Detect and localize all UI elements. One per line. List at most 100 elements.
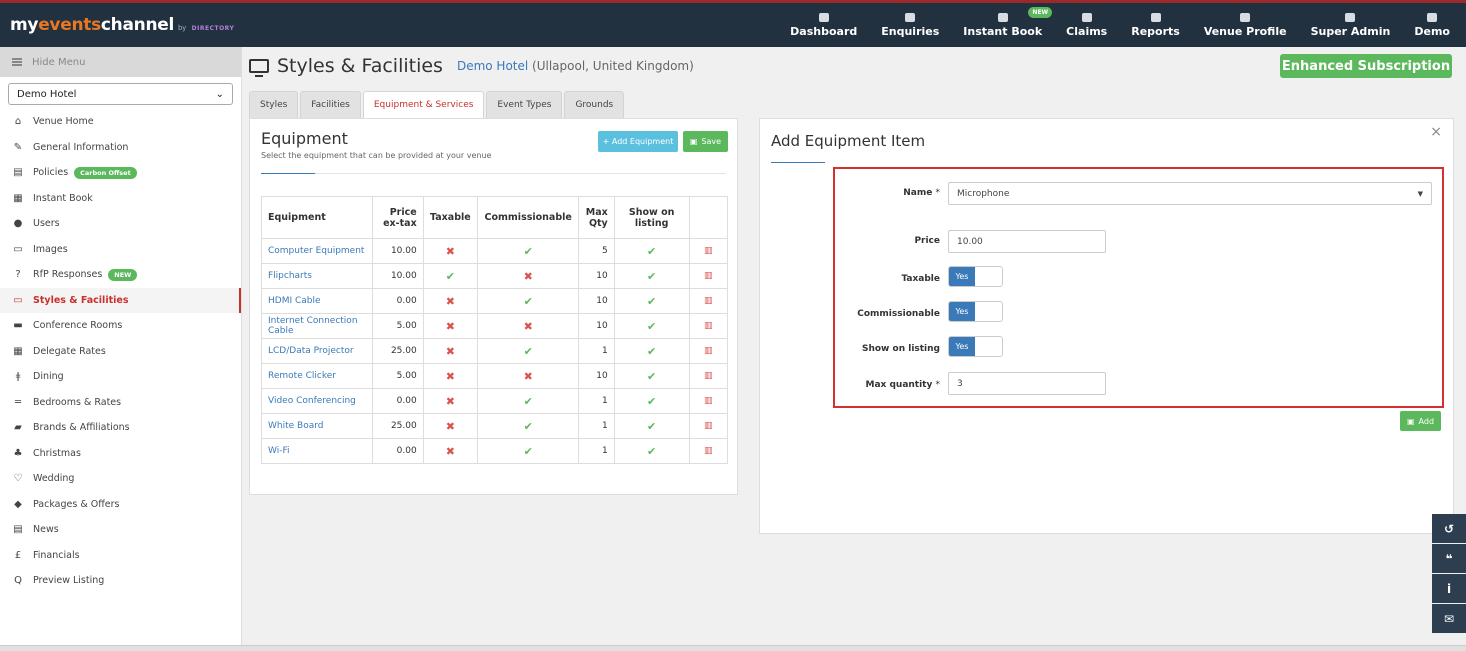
- check-icon: ✔: [647, 344, 657, 358]
- cross-icon: ✖: [445, 369, 455, 383]
- sidebar-item-financials[interactable]: £ Financials: [0, 543, 241, 569]
- sidebar-item-news[interactable]: ▤ News: [0, 517, 241, 543]
- equipment-name-link[interactable]: Internet Connection Cable: [260, 313, 374, 339]
- equipment-name-link[interactable]: LCD/Data Projector: [260, 338, 374, 364]
- nav-dashboard[interactable]: Dashboard: [778, 3, 869, 47]
- commissionable-toggle[interactable]: Yes: [948, 301, 1003, 322]
- trash-icon[interactable]: ▥: [704, 296, 713, 306]
- max-quantity-label: Max quantity *: [865, 380, 941, 390]
- delete-cell: ▥: [688, 363, 729, 389]
- trash-icon[interactable]: ▥: [704, 421, 713, 431]
- taxable-cell: ✖: [422, 413, 478, 439]
- sidebar-item-label: Christmas: [33, 447, 81, 459]
- check-icon: ✔: [523, 344, 533, 358]
- sidebar-item-bedrooms-rates[interactable]: ═ Bedrooms & Rates: [0, 390, 241, 416]
- trash-icon[interactable]: ▥: [704, 321, 713, 331]
- sidebar-item-wedding[interactable]: ♡ Wedding: [0, 466, 241, 492]
- chevron-down-icon: ⌄: [215, 88, 224, 100]
- enhanced-subscription-button[interactable]: Enhanced Subscription: [1280, 54, 1452, 78]
- brand-logo[interactable]: myeventschannel by DIRECTORY: [10, 15, 234, 35]
- venue-select[interactable]: Demo Hotel ⌄: [8, 83, 233, 105]
- tab-grounds[interactable]: Grounds: [564, 91, 625, 118]
- equipment-name-link[interactable]: HDMI Cable: [260, 288, 374, 314]
- sidebar-item-conference-rooms[interactable]: ▬ Conference Rooms: [0, 313, 241, 339]
- trash-icon[interactable]: ▥: [704, 446, 713, 456]
- sidebar-item-label: General Information: [33, 141, 129, 153]
- equipment-name-link[interactable]: Video Conferencing: [260, 388, 374, 414]
- taxable-cell: ✖: [422, 288, 478, 314]
- hotel-link[interactable]: Demo Hotel: [457, 59, 528, 73]
- nav-venue-profile[interactable]: Venue Profile: [1192, 3, 1299, 47]
- price-input[interactable]: 10.00: [948, 230, 1106, 253]
- sidebar-item-packages-offers[interactable]: ◆ Packages & Offers: [0, 492, 241, 518]
- nav-instant-book[interactable]: Instant Book NEW: [951, 3, 1054, 47]
- check-icon: ✔: [647, 419, 657, 433]
- caret-down-icon: ▼: [1417, 189, 1423, 198]
- sidebar-item-users[interactable]: ● Users: [0, 211, 241, 237]
- delete-cell: ▥: [688, 313, 729, 339]
- sidebar-item-instant-book[interactable]: ▦ Instant Book: [0, 186, 241, 212]
- chat-icon[interactable]: ❝: [1432, 544, 1466, 573]
- sidebar-menu: ⌂ Venue Home ✎ General Information ▤ Policies…: [0, 109, 241, 594]
- tab-facilities[interactable]: Facilities: [300, 91, 361, 118]
- trash-icon[interactable]: ▥: [704, 346, 713, 356]
- sidebar-item-brands-affiliations[interactable]: ▰ Brands & Affiliations: [0, 415, 241, 441]
- top-bar: myeventschannel by DIRECTORY Dashboard Enq…: [0, 0, 1466, 47]
- max-qty-cell: 5: [578, 238, 615, 264]
- equipment-name-link[interactable]: Remote Clicker: [260, 363, 374, 389]
- history-icon[interactable]: ↺: [1432, 514, 1466, 543]
- nav-claims[interactable]: Claims: [1054, 3, 1119, 47]
- cross-icon: ✖: [445, 294, 455, 308]
- dashboard-icon: [818, 12, 829, 22]
- save-button[interactable]: ▣ Save: [683, 131, 728, 152]
- nav-demo[interactable]: Demo: [1402, 3, 1462, 47]
- hide-menu-button[interactable]: Hide Menu: [0, 47, 241, 77]
- add-equipment-panel: Add Equipment Item × Name * Microphone ▼…: [759, 118, 1454, 534]
- add-equipment-button[interactable]: + Add Equipment: [598, 131, 678, 152]
- show-on-listing-toggle[interactable]: Yes: [948, 336, 1003, 357]
- sidebar-item-images[interactable]: ▭ Images: [0, 237, 241, 263]
- column-header: [688, 196, 729, 239]
- sidebar-item-rfp-responses[interactable]: ? RfP Responses NEW: [0, 262, 241, 288]
- close-icon[interactable]: ×: [1430, 124, 1442, 140]
- trash-icon[interactable]: ▥: [704, 271, 713, 281]
- sidebar-item-venue-home[interactable]: ⌂ Venue Home: [0, 109, 241, 135]
- tab-equipment-services[interactable]: Equipment & Services: [362, 91, 485, 118]
- commissionable-cell: ✖: [476, 263, 580, 289]
- delete-cell: ▥: [688, 288, 729, 314]
- sidebar-item-preview-listing[interactable]: Q Preview Listing: [0, 568, 241, 594]
- max-quantity-input[interactable]: 3: [948, 372, 1106, 395]
- column-header: Show on listing: [613, 196, 690, 239]
- show-on-listing-cell: ✔: [613, 438, 690, 464]
- info-icon[interactable]: i: [1432, 574, 1466, 603]
- cross-icon: ✖: [523, 269, 533, 283]
- sidebar-item-delegate-rates[interactable]: ▦ Delegate Rates: [0, 339, 241, 365]
- check-icon: ✔: [647, 444, 657, 458]
- name-select[interactable]: Microphone ▼: [948, 182, 1432, 205]
- nav-super-admin[interactable]: Super Admin: [1299, 3, 1403, 47]
- equipment-name-link[interactable]: Computer Equipment: [260, 238, 374, 264]
- equipment-name-link[interactable]: White Board: [260, 413, 374, 439]
- equipment-name-link[interactable]: Flipcharts: [260, 263, 374, 289]
- equipment-name-link[interactable]: Wi-Fi: [260, 438, 374, 464]
- sidebar-item-christmas[interactable]: ♣ Christmas: [0, 441, 241, 467]
- nav-enquiries[interactable]: Enquiries: [869, 3, 951, 47]
- tab-styles[interactable]: Styles: [249, 91, 299, 118]
- sidebar-item-general-information[interactable]: ✎ General Information: [0, 135, 241, 161]
- show-on-listing-cell: ✔: [613, 313, 690, 339]
- trash-icon[interactable]: ▥: [704, 396, 713, 406]
- envelope-icon[interactable]: ✉: [1432, 604, 1466, 633]
- price-cell: 0.00: [372, 388, 424, 414]
- cross-icon: ✖: [445, 394, 455, 408]
- taxable-toggle[interactable]: Yes: [948, 266, 1003, 287]
- sidebar-item-policies[interactable]: ▤ Policies Carbon Offset: [0, 160, 241, 186]
- column-header: Commissionable: [476, 196, 580, 239]
- trash-icon[interactable]: ▥: [704, 371, 713, 381]
- sidebar-item-styles-facilities[interactable]: ▭ Styles & Facilities: [0, 287, 241, 313]
- tab-event-types[interactable]: Event Types: [486, 91, 563, 118]
- add-button[interactable]: ▣ Add: [1400, 411, 1441, 431]
- commissionable-label: Commissionable: [857, 309, 940, 319]
- sidebar-item-dining[interactable]: ǂ Dining: [0, 364, 241, 390]
- nav-reports[interactable]: Reports: [1119, 3, 1192, 47]
- trash-icon[interactable]: ▥: [704, 246, 713, 256]
